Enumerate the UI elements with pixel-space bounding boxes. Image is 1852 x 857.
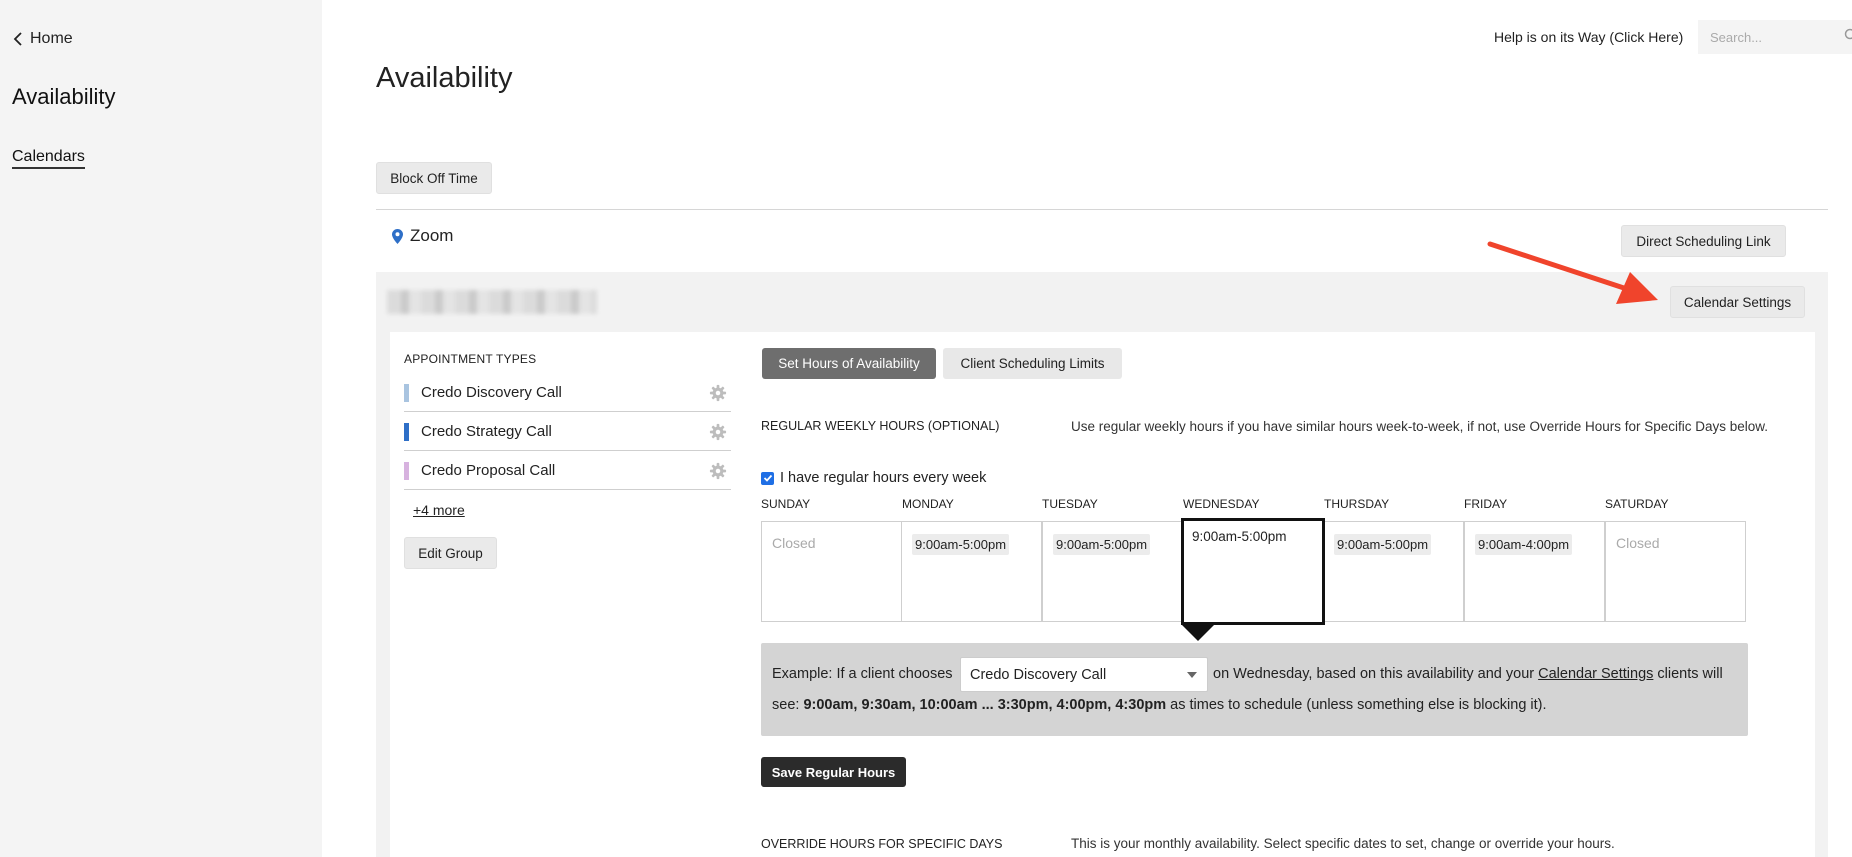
- tab-client-scheduling-limits[interactable]: Client Scheduling Limits: [943, 348, 1122, 379]
- appointment-type-item[interactable]: Credo Strategy Call: [404, 413, 731, 451]
- divider: [376, 209, 1828, 210]
- day-header: FRIDAY: [1464, 497, 1508, 511]
- weekly-hours-label: REGULAR WEEKLY HOURS (OPTIONAL): [761, 419, 1000, 433]
- chevron-left-icon: [13, 32, 22, 46]
- location-label: Zoom: [410, 226, 454, 245]
- day-cell-friday[interactable]: 9:00am-4:00pm: [1464, 521, 1605, 622]
- back-home-link[interactable]: Home: [12, 30, 73, 48]
- example-line-1: on Wednesday, based on this availability…: [1213, 666, 1723, 682]
- appointment-type-item[interactable]: Credo Discovery Call: [404, 374, 731, 412]
- example-see-suffix: as times to schedule (unless something e…: [1170, 697, 1547, 713]
- selected-day-pointer: [1182, 625, 1214, 641]
- hours-chip: 9:00am-4:00pm: [1475, 534, 1573, 555]
- sidebar-item-calendars[interactable]: Calendars: [12, 148, 85, 169]
- day-cell-sunday[interactable]: Closed: [761, 521, 902, 622]
- color-swatch: [404, 422, 409, 441]
- color-swatch: [404, 383, 409, 402]
- day-header: SUNDAY: [761, 497, 811, 511]
- calendar-settings-button[interactable]: Calendar Settings: [1670, 286, 1805, 318]
- help-link[interactable]: Help is on its Way (Click Here): [1494, 29, 1683, 45]
- red-arrow-annotation: [1487, 241, 1658, 304]
- appointment-type-label: Credo Discovery Call: [421, 384, 562, 401]
- example-middle: on Wednesday, based on this availability…: [1213, 666, 1535, 682]
- search-icon[interactable]: [1844, 28, 1852, 42]
- regular-hours-checkbox[interactable]: [761, 471, 774, 485]
- save-regular-hours-button[interactable]: Save Regular Hours: [761, 757, 906, 787]
- caret-down-icon: [1187, 672, 1197, 678]
- back-home-label: Home: [30, 30, 73, 47]
- override-hours-description: This is your monthly availability. Selec…: [1071, 836, 1615, 851]
- day-header: THURSDAY: [1324, 497, 1390, 511]
- day-cell-saturday[interactable]: Closed: [1605, 521, 1746, 622]
- override-hours-label: OVERRIDE HOURS FOR SPECIFIC DAYS: [761, 837, 1003, 851]
- day-cell-thursday[interactable]: 9:00am-5:00pm: [1323, 521, 1464, 622]
- appointment-type-select[interactable]: Credo Discovery Call: [960, 657, 1208, 692]
- appointment-types-heading: APPOINTMENT TYPES: [404, 352, 537, 366]
- appointment-type-label: Credo Strategy Call: [421, 423, 552, 440]
- gear-icon[interactable]: [709, 462, 727, 480]
- hours-chip: 9:00am-5:00pm: [912, 534, 1010, 555]
- appointment-type-item[interactable]: Credo Proposal Call: [404, 452, 731, 490]
- example-see-prefix: see:: [772, 697, 800, 713]
- color-swatch: [404, 461, 409, 480]
- more-appointment-types-link[interactable]: +4 more: [413, 502, 465, 518]
- weekly-hours-description: Use regular weekly hours if you have sim…: [1071, 419, 1769, 434]
- sidebar-title: Availability: [12, 84, 116, 109]
- day-header: TUESDAY: [1042, 497, 1098, 511]
- edit-group-button[interactable]: Edit Group: [404, 537, 497, 569]
- hours-chip: 9:00am-5:00pm: [1192, 529, 1287, 544]
- search-input[interactable]: [1698, 20, 1852, 54]
- example-box: [761, 643, 1748, 736]
- day-cell-wednesday[interactable]: 9:00am-5:00pm: [1181, 518, 1325, 625]
- day-header: WEDNESDAY: [1183, 497, 1260, 511]
- block-off-time-button[interactable]: Block Off Time: [376, 162, 492, 194]
- example-line-2: see: 9:00am, 9:30am, 10:00am ... 3:30pm,…: [772, 697, 1547, 713]
- checkmark-icon: [763, 474, 772, 482]
- example-prefix: Example: If a client chooses: [772, 666, 953, 682]
- calendar-settings-link[interactable]: Calendar Settings: [1538, 666, 1653, 682]
- regular-hours-checkbox-label: I have regular hours every week: [780, 470, 987, 486]
- calendar-location: Zoom: [392, 226, 453, 246]
- hours-chip: 9:00am-5:00pm: [1053, 534, 1151, 555]
- example-suffix: clients will: [1657, 666, 1723, 682]
- sidebar: Home Availability Calendars: [0, 0, 322, 857]
- closed-label: Closed: [1616, 535, 1660, 551]
- tab-set-hours[interactable]: Set Hours of Availability: [762, 348, 936, 379]
- day-cell-tuesday[interactable]: 9:00am-5:00pm: [1042, 521, 1183, 622]
- closed-label: Closed: [772, 535, 816, 551]
- day-cell-monday[interactable]: 9:00am-5:00pm: [901, 521, 1042, 622]
- map-pin-icon: [392, 228, 403, 244]
- redacted-calendar-name: [387, 290, 597, 314]
- gear-icon[interactable]: [709, 384, 727, 402]
- day-header: MONDAY: [902, 497, 954, 511]
- day-header: SATURDAY: [1605, 497, 1669, 511]
- regular-hours-checkbox-row: I have regular hours every week: [761, 470, 986, 486]
- appointment-type-label: Credo Proposal Call: [421, 462, 556, 479]
- page-title: Availability: [376, 62, 513, 94]
- selected-appointment-type: Credo Discovery Call: [970, 667, 1107, 683]
- gear-icon[interactable]: [709, 423, 727, 441]
- example-times: 9:00am, 9:30am, 10:00am ... 3:30pm, 4:00…: [803, 697, 1167, 713]
- hours-chip: 9:00am-5:00pm: [1334, 534, 1432, 555]
